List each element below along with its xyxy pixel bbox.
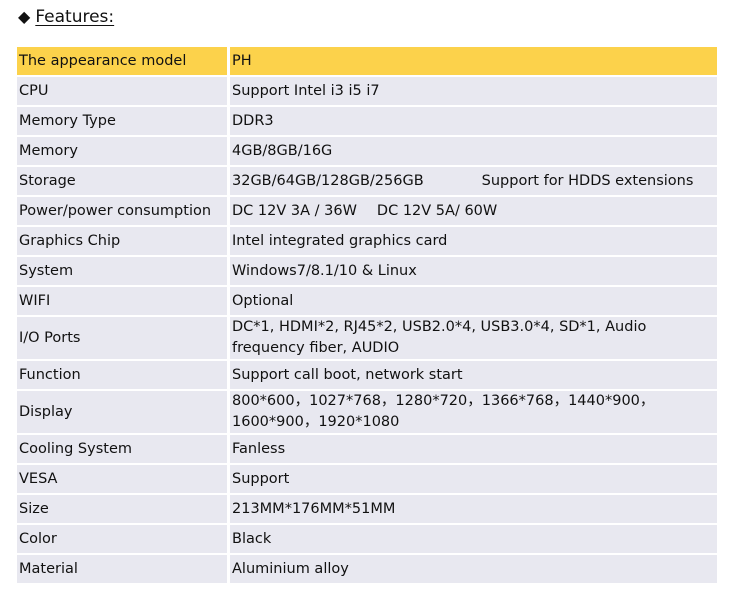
row-value: 213MM*176MM*51MM [230,495,717,523]
table-row-io-ports: I/O Ports DC*1, HDMI*2, RJ45*2, USB2.0*4… [17,317,717,359]
table-row-graphics-chip: Graphics Chip Intel integrated graphics … [17,227,717,255]
table-row-memory-type: Memory Type DDR3 [17,107,717,135]
features-table: The appearance model PH CPU Support Inte… [17,45,717,585]
row-label: Power/power consumption [17,197,230,225]
row-label: I/O Ports [17,317,230,359]
row-value: DC*1, HDMI*2, RJ45*2, USB2.0*4, USB3.0*4… [230,317,717,359]
table-row-power: Power/power consumption DC 12V 3A / 36W D… [17,197,717,225]
row-label: CPU [17,77,230,105]
features-heading: ◆ Features: [18,5,114,29]
row-value: Fanless [230,435,717,463]
row-label: System [17,257,230,285]
row-label: Cooling System [17,435,230,463]
row-value: Black [230,525,717,553]
row-value: Support call boot, network start [230,361,717,389]
row-value: Support Intel i3 i5 i7 [230,77,717,105]
row-value: PH [230,47,717,75]
row-value-line: 800*600，1027*768，1280*720，1366*768，1440*… [232,393,655,409]
table-row-display: Display 800*600，1027*768，1280*720，1366*7… [17,391,717,433]
table-row-size: Size 213MM*176MM*51MM [17,495,717,523]
table-row-cpu: CPU Support Intel i3 i5 i7 [17,77,717,105]
row-value: Optional [230,287,717,315]
row-value: 32GB/64GB/128GB/256GB Support for HDDS ex… [230,167,717,195]
row-value-part: Support for HDDS extensions [481,172,694,189]
table-row-storage: Storage 32GB/64GB/128GB/256GB Support for… [17,167,717,195]
row-value: DDR3 [230,107,717,135]
row-label: Memory [17,137,230,165]
row-value: 800*600，1027*768，1280*720，1366*768，1440*… [230,391,717,433]
table-row-material: Material Aluminium alloy [17,555,717,583]
row-value-line: DC*1, HDMI*2, RJ45*2, USB2.0*4, USB3.0*4… [232,319,647,335]
row-label: Material [17,555,230,583]
row-label: Function [17,361,230,389]
row-value: Aluminium alloy [230,555,717,583]
row-label: The appearance model [17,47,230,75]
row-value: Support [230,465,717,493]
row-value: Windows7/8.1/10 & Linux [230,257,717,285]
row-label: WIFI [17,287,230,315]
table-row-system: System Windows7/8.1/10 & Linux [17,257,717,285]
row-label: Display [17,391,230,433]
row-value-line: 1600*900，1920*1080 [232,414,400,430]
table-row-appearance-model: The appearance model PH [17,47,717,75]
diamond-bullet-icon: ◆ [18,7,31,26]
table-row-color: Color Black [17,525,717,553]
row-label: Memory Type [17,107,230,135]
row-label: Size [17,495,230,523]
table-row-cooling-system: Cooling System Fanless [17,435,717,463]
row-value-part: DC 12V 5A/ 60W [376,202,498,219]
row-label: Graphics Chip [17,227,230,255]
row-value-line: frequency fiber, AUDIO [232,340,400,356]
row-label: VESA [17,465,230,493]
table-row-memory: Memory 4GB/8GB/16G [17,137,717,165]
row-value: 4GB/8GB/16G [230,137,717,165]
row-label: Color [17,525,230,553]
table-row-vesa: VESA Support [17,465,717,493]
row-value: DC 12V 3A / 36W DC 12V 5A/ 60W [230,197,717,225]
row-value-part: DC 12V 3A / 36W [232,202,357,219]
table-row-wifi: WIFI Optional [17,287,717,315]
row-value: Intel integrated graphics card [230,227,717,255]
row-value-part: 32GB/64GB/128GB/256GB [232,172,424,189]
table-row-function: Function Support call boot, network star… [17,361,717,389]
row-label: Storage [17,167,230,195]
features-title: Features: [35,7,115,27]
